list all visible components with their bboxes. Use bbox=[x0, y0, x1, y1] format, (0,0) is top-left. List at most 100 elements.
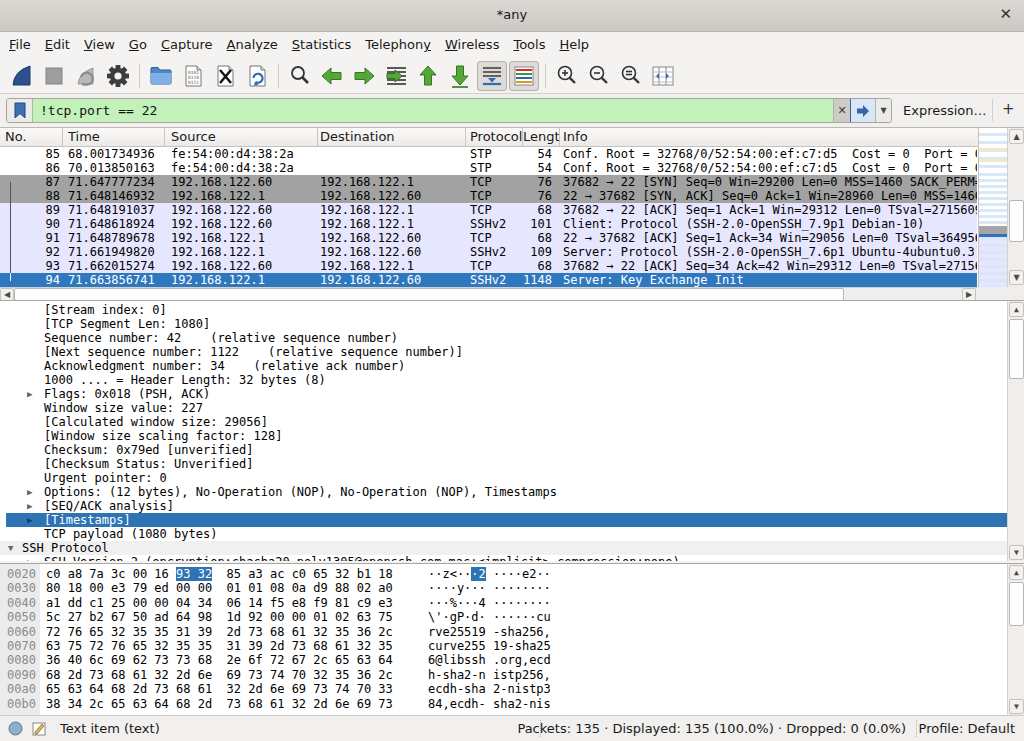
scroll-up-icon[interactable]: ▲ bbox=[1009, 565, 1024, 580]
detail-line[interactable]: [Calculated window size: 29056] bbox=[0, 415, 1007, 429]
column-header-source[interactable]: Source bbox=[165, 128, 318, 146]
find-packet-button[interactable] bbox=[285, 61, 315, 91]
column-header-info[interactable]: Info bbox=[560, 128, 1024, 146]
packet-row-94[interactable]: 9471.663856741192.168.122.1192.168.122.6… bbox=[0, 273, 977, 287]
detail-line[interactable]: Sequence number: 42 (relative sequence n… bbox=[0, 331, 1007, 345]
scroll-down-icon[interactable]: ▼ bbox=[1009, 270, 1024, 285]
detail-line[interactable]: [Stream index: 0] bbox=[0, 303, 1007, 317]
menu-file[interactable]: File bbox=[2, 32, 38, 58]
detail-line[interactable]: ▶[Timestamps] bbox=[0, 513, 1007, 527]
packet-row-89[interactable]: 8971.648191037192.168.122.60192.168.122.… bbox=[0, 203, 977, 217]
intelligent-scrollbar-minimap[interactable] bbox=[978, 128, 1007, 287]
filter-dropdown-button[interactable]: ▼ bbox=[875, 98, 891, 123]
scroll-up-icon[interactable]: ▲ bbox=[1009, 302, 1024, 317]
column-header-destination[interactable]: Destination bbox=[318, 128, 466, 146]
close-icon[interactable]: ✕ bbox=[999, 5, 1012, 23]
scroll-thumb[interactable] bbox=[1009, 319, 1024, 379]
hex-row-0040[interactable]: 0040a1 dd c1 25 00 00 04 34 06 14 f5 e8 … bbox=[0, 596, 1007, 610]
next-packet-button[interactable] bbox=[349, 61, 379, 91]
hex-row-00a0[interactable]: 00a065 63 64 68 2d 73 68 61 32 2d 6e 69 … bbox=[0, 682, 1007, 696]
expand-icon[interactable]: ▶ bbox=[27, 499, 32, 513]
scroll-down-icon[interactable]: ▼ bbox=[1009, 545, 1024, 560]
scroll-thumb[interactable] bbox=[1009, 582, 1024, 626]
expand-icon[interactable]: ▶ bbox=[27, 485, 32, 499]
resize-columns-button[interactable] bbox=[648, 61, 678, 91]
column-header-no[interactable]: No. bbox=[0, 128, 63, 146]
detail-line[interactable]: TCP payload (1080 bytes) bbox=[0, 527, 1007, 541]
zoom-original-button[interactable] bbox=[616, 61, 646, 91]
colorize-packets-button[interactable] bbox=[509, 61, 539, 91]
menu-analyze[interactable]: Analyze bbox=[220, 32, 285, 58]
scroll-up-icon[interactable]: ▲ bbox=[1009, 129, 1024, 144]
packet-row-90[interactable]: 9071.648618924192.168.122.60192.168.122.… bbox=[0, 217, 977, 231]
hex-row-0070[interactable]: 007063 75 72 76 65 32 35 35 31 39 2d 73 … bbox=[0, 639, 1007, 653]
stop-capture-button[interactable] bbox=[39, 61, 69, 91]
add-filter-button[interactable]: + bbox=[1002, 100, 1015, 118]
restart-capture-button[interactable] bbox=[71, 61, 101, 91]
detail-line[interactable]: [Checksum Status: Unverified] bbox=[0, 457, 1007, 471]
filter-clear-icon[interactable]: ✕ bbox=[833, 98, 850, 123]
detail-line[interactable]: ▶[SEQ/ACK analysis] bbox=[0, 499, 1007, 513]
reload-file-button[interactable] bbox=[242, 61, 272, 91]
detail-line[interactable]: Acknowledgment number: 34 (relative ack … bbox=[0, 359, 1007, 373]
menu-capture[interactable]: Capture bbox=[154, 32, 220, 58]
expert-info-icon[interactable] bbox=[8, 721, 23, 736]
open-file-button[interactable] bbox=[146, 61, 176, 91]
hex-row-0020[interactable]: 0020c0 a8 7a 3c 00 16 93 32 85 a3 ac c0 … bbox=[0, 567, 1007, 581]
auto-scroll-button[interactable] bbox=[477, 61, 507, 91]
hex-row-0060[interactable]: 006072 76 65 32 35 35 31 39 2d 73 68 61 … bbox=[0, 625, 1007, 639]
hex-row-0080[interactable]: 008036 40 6c 69 62 73 73 68 2e 6f 72 67 … bbox=[0, 653, 1007, 667]
go-to-packet-button[interactable] bbox=[381, 61, 411, 91]
bytes-vscrollbar[interactable]: ▲ ▼ bbox=[1007, 564, 1024, 715]
save-file-button[interactable]: 010101100111 bbox=[178, 61, 208, 91]
detail-line[interactable]: [Next sequence number: 1122 (relative se… bbox=[0, 345, 1007, 359]
packet-row-91[interactable]: 9171.648789678192.168.122.1192.168.122.6… bbox=[0, 231, 977, 245]
packet-list-vscrollbar[interactable]: ▲ ▼ bbox=[1007, 128, 1024, 287]
previous-packet-button[interactable] bbox=[317, 61, 347, 91]
menu-telephony[interactable]: Telephony bbox=[358, 32, 438, 58]
expand-icon[interactable]: ▶ bbox=[27, 387, 32, 401]
menu-go[interactable]: Go bbox=[122, 32, 154, 58]
expand-icon[interactable]: ▶ bbox=[27, 513, 32, 527]
menu-edit[interactable]: Edit bbox=[38, 32, 77, 58]
packet-row-88[interactable]: 8871.648146932192.168.122.1192.168.122.6… bbox=[0, 189, 977, 203]
expression-button[interactable]: Expression… bbox=[903, 103, 987, 118]
packet-row-85[interactable]: 8568.001734936fe:54:00:d4:38:2aSTP54Conf… bbox=[0, 147, 977, 161]
column-header-length[interactable]: Length bbox=[523, 128, 560, 146]
menu-view[interactable]: View bbox=[77, 32, 122, 58]
packet-row-92[interactable]: 9271.661949820192.168.122.1192.168.122.6… bbox=[0, 245, 977, 259]
display-filter-field[interactable]: !tcp.port == 22 ✕ ▼ bbox=[6, 98, 892, 123]
filter-apply-button[interactable] bbox=[850, 98, 875, 123]
detail-line[interactable]: ▶SSH Version 2 (encryption:chacha20_poly… bbox=[0, 555, 1007, 561]
packet-list-hscrollbar[interactable]: ◀ ▶ bbox=[0, 287, 977, 301]
detail-line[interactable]: ▶Options: (12 bytes), No-Operation (NOP)… bbox=[0, 485, 1007, 499]
hex-row-00b0[interactable]: 00b038 34 2c 65 63 64 68 2d 73 68 61 32 … bbox=[0, 697, 1007, 711]
hex-row-0030[interactable]: 003080 18 00 e3 79 ed 00 00 01 01 08 0a … bbox=[0, 581, 1007, 595]
detail-line[interactable]: 1000 .... = Header Length: 32 bytes (8) bbox=[0, 373, 1007, 387]
packet-row-86[interactable]: 8670.013850163fe:54:00:d4:38:2aSTP54Conf… bbox=[0, 161, 977, 175]
detail-line[interactable]: [Window size scaling factor: 128] bbox=[0, 429, 1007, 443]
menu-help[interactable]: Help bbox=[552, 32, 596, 58]
menu-tools[interactable]: Tools bbox=[506, 32, 552, 58]
packet-row-93[interactable]: 9371.662015274192.168.122.60192.168.122.… bbox=[0, 259, 977, 273]
zoom-out-button[interactable] bbox=[584, 61, 614, 91]
detail-line[interactable]: Window size value: 227 bbox=[0, 401, 1007, 415]
filter-input[interactable]: !tcp.port == 22 bbox=[33, 103, 833, 118]
detail-line[interactable]: Urgent pointer: 0 bbox=[0, 471, 1007, 485]
zoom-in-button[interactable] bbox=[552, 61, 582, 91]
hex-row-0090[interactable]: 009068 2d 73 68 61 32 2d 6e 69 73 74 70 … bbox=[0, 668, 1007, 682]
title-bar[interactable]: *any ✕ bbox=[0, 0, 1024, 32]
detail-line[interactable]: ▶Flags: 0x018 (PSH, ACK) bbox=[0, 387, 1007, 401]
detail-line[interactable]: [TCP Segment Len: 1080] bbox=[0, 317, 1007, 331]
close-file-button[interactable] bbox=[210, 61, 240, 91]
packet-row-87[interactable]: 8771.647777234192.168.122.60192.168.122.… bbox=[0, 175, 977, 189]
column-header-time[interactable]: Time bbox=[63, 128, 165, 146]
detail-line[interactable]: Checksum: 0x79ed [unverified] bbox=[0, 443, 1007, 457]
collapse-icon[interactable]: ▼ bbox=[8, 541, 13, 555]
menu-wireless[interactable]: Wireless bbox=[438, 32, 506, 58]
first-packet-button[interactable] bbox=[413, 61, 443, 91]
detail-line[interactable]: ▼SSH Protocol bbox=[0, 541, 1007, 555]
filter-bookmark-button[interactable] bbox=[7, 98, 33, 123]
status-profile[interactable]: Profile: Default bbox=[919, 721, 1015, 736]
scroll-down-icon[interactable]: ▼ bbox=[1009, 699, 1024, 714]
